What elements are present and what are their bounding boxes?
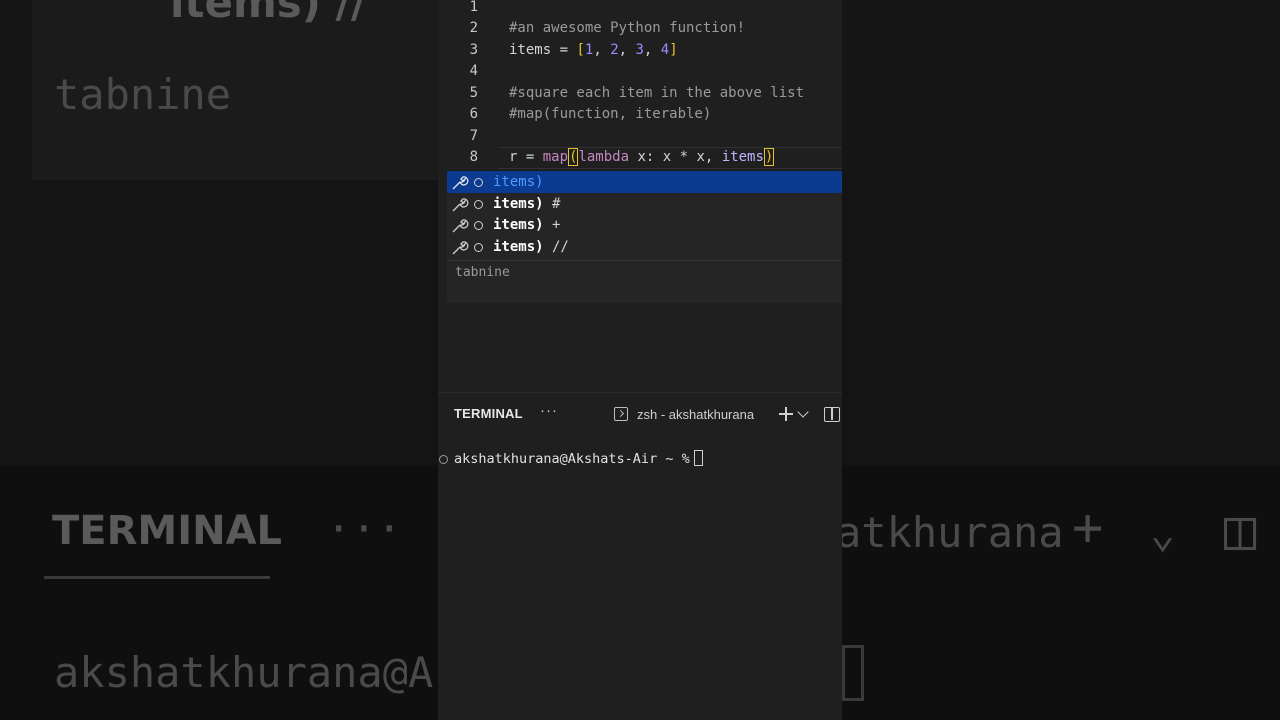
background-terminal-tab: TERMINAL (52, 508, 283, 554)
background-mid-block (842, 180, 1280, 465)
background-split-icon: ◫ (1224, 498, 1257, 561)
line-number: 8 (469, 149, 478, 165)
line-number: 1 (469, 0, 478, 15)
background-shell-text: atkhurana (842, 508, 1064, 557)
chevron-down-icon[interactable] (797, 406, 809, 418)
background-detail-text: tabnine (54, 70, 232, 119)
terminal-icon (614, 407, 628, 421)
code-line-current: 8 r = map(lambda x: x * x, items) (438, 147, 842, 168)
background-tab-underline (44, 576, 270, 579)
background-left-panel: items) // tabnine TERMINAL ··· akshatkhu… (0, 0, 438, 720)
background-suggestion-text: items) // (170, 0, 367, 27)
wrench-icon (452, 219, 469, 233)
suggestion-detail: tabnine (455, 265, 510, 280)
editor-text-area[interactable]: 1 2 #an awesome Python function! 3 items… (438, 0, 842, 392)
circle-icon (474, 178, 483, 187)
tab-terminal[interactable]: TERMINAL (454, 406, 523, 421)
suggestion-item[interactable]: items) + (447, 214, 842, 236)
code-line: 1 (438, 0, 842, 18)
line-number: 7 (469, 128, 478, 144)
code-text: r = map(lambda x: x * x, items) (509, 148, 775, 166)
terminal-panel: TERMINAL ··· zsh - akshatkhurana akshatk… (438, 392, 842, 720)
circle-icon (474, 200, 483, 209)
plus-icon[interactable] (778, 406, 794, 422)
terminal-prompt[interactable]: akshatkhurana@Akshats-Air ~ % (454, 450, 703, 467)
comment-text: #square each item in the above list (509, 85, 805, 101)
circle-icon (474, 221, 483, 230)
code-line: 5 #square each item in the above list (438, 83, 842, 104)
prompt-status-icon (439, 455, 448, 464)
code-text: items = [1, 2, 3, 4] (509, 42, 678, 58)
background-bottom-block (842, 465, 1280, 720)
line-number: 5 (469, 85, 478, 101)
suggestion-divider (447, 260, 842, 261)
more-actions-icon[interactable]: ··· (540, 402, 558, 419)
background-right-panel: atkhurana + ⌄ ◫ (842, 0, 1280, 720)
wrench-icon (452, 198, 469, 212)
terminal-shell-name[interactable]: zsh - akshatkhurana (637, 407, 754, 422)
code-line: 3 items = [1, 2, 3, 4] (438, 40, 842, 61)
comment-text: #an awesome Python function! (509, 20, 746, 36)
code-line: 7 (438, 126, 842, 147)
split-terminal-icon[interactable] (824, 407, 840, 422)
code-line: 4 (438, 61, 842, 82)
code-line: 2 #an awesome Python function! (438, 18, 842, 39)
suggestion-item[interactable]: items) // (447, 236, 842, 258)
line-number: 3 (469, 42, 478, 58)
suggestion-widget: items) items) # items) + items) // tabni… (447, 170, 842, 303)
circle-icon (474, 243, 483, 252)
code-line: 6 #map(function, iterable) (438, 104, 842, 125)
wrench-icon (452, 241, 469, 255)
suggestion-item[interactable]: items) # (447, 193, 842, 215)
terminal-cursor (693, 450, 703, 466)
code-editor: 1 2 #an awesome Python function! 3 items… (438, 0, 842, 720)
line-number: 6 (469, 106, 478, 122)
line-number: 4 (469, 63, 478, 79)
line-number: 2 (469, 20, 478, 36)
background-chevron-icon: ⌄ (1150, 508, 1176, 557)
background-prompt-text: akshatkhurana@A (54, 648, 434, 697)
background-mid-block (0, 180, 438, 465)
wrench-icon (452, 176, 469, 190)
background-cursor-icon (842, 645, 864, 701)
background-more-text: ··· (326, 504, 402, 553)
background-plus-icon: + (1072, 498, 1104, 558)
suggestion-item[interactable]: items) (447, 171, 842, 193)
comment-text: #map(function, iterable) (509, 106, 712, 122)
